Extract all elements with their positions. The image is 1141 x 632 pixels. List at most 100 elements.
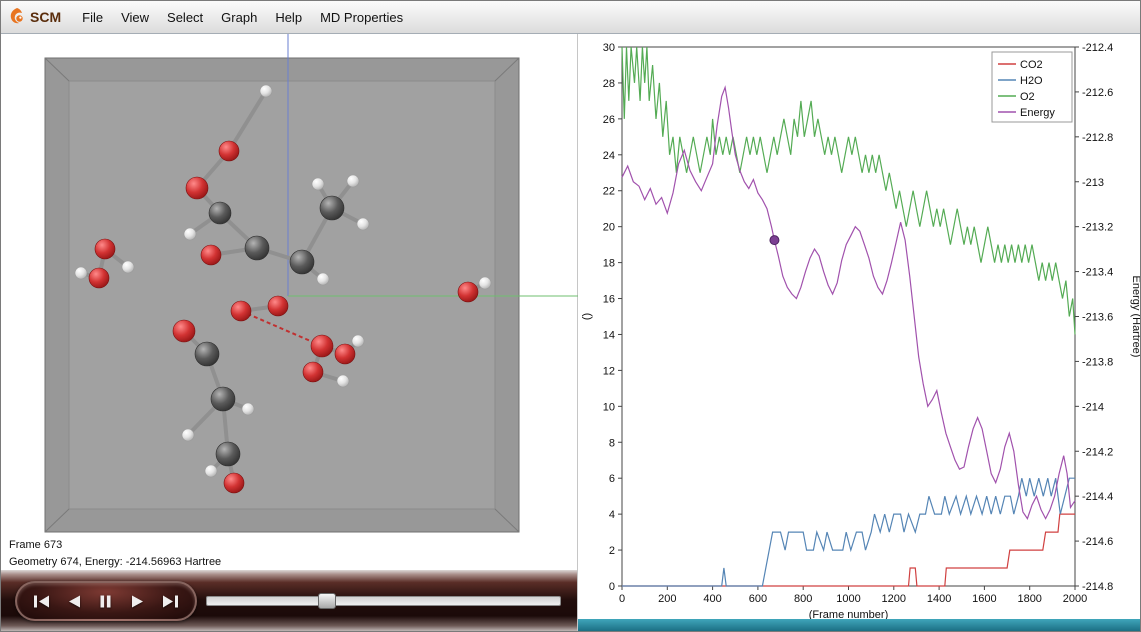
- y-left-tick-label: 2: [609, 545, 615, 557]
- atom-H[interactable]: [357, 218, 369, 230]
- legend-label-o2: O2: [1020, 91, 1035, 103]
- window-edge-strip: [578, 619, 1141, 632]
- x-axis-title: (Frame number): [809, 609, 888, 619]
- x-tick-label: 2000: [1063, 593, 1087, 605]
- skip-to-end-icon: [162, 595, 179, 608]
- atom-O[interactable]: [201, 245, 221, 265]
- atom-O[interactable]: [268, 296, 288, 316]
- y-left-tick-label: 4: [609, 509, 615, 521]
- atom-H[interactable]: [205, 465, 217, 477]
- atom-C[interactable]: [245, 236, 269, 260]
- y-left-tick-label: 30: [603, 42, 615, 54]
- x-tick-label: 800: [794, 593, 812, 605]
- atom-O[interactable]: [186, 177, 208, 199]
- x-tick-label: 0: [619, 593, 625, 605]
- y-right-tick-label: -213.8: [1082, 356, 1113, 368]
- current-frame-marker[interactable]: [770, 236, 779, 245]
- y-left-tick-label: 24: [603, 150, 615, 162]
- menubar: SCM File View Select Graph Help MD Prope…: [1, 1, 1140, 34]
- atom-C[interactable]: [216, 442, 240, 466]
- atom-C[interactable]: [290, 250, 314, 274]
- x-tick-label: 600: [749, 593, 767, 605]
- atom-H[interactable]: [479, 277, 491, 289]
- y-right-tick-label: -214.2: [1082, 446, 1113, 458]
- pause-button[interactable]: [92, 588, 120, 614]
- playback-bar: [1, 570, 577, 632]
- frame-slider-handle[interactable]: [318, 593, 336, 609]
- atom-C[interactable]: [195, 342, 219, 366]
- x-tick-label: 400: [703, 593, 721, 605]
- atom-O[interactable]: [335, 344, 355, 364]
- menu-file[interactable]: File: [73, 5, 112, 30]
- y-left-tick-label: 18: [603, 258, 615, 270]
- atom-H[interactable]: [182, 429, 194, 441]
- y-right-axis-title: Energy (Hartree): [1130, 276, 1141, 358]
- skip-to-end-button[interactable]: [157, 588, 185, 614]
- atom-H[interactable]: [122, 261, 134, 273]
- y-right-tick-label: -213.2: [1082, 222, 1113, 234]
- atom-O[interactable]: [224, 473, 244, 493]
- plot-area[interactable]: [622, 47, 1075, 586]
- y-right-tick-label: -214.6: [1082, 536, 1113, 548]
- y-left-tick-label: 16: [603, 294, 615, 306]
- play-forward-button[interactable]: [124, 588, 152, 614]
- atom-O[interactable]: [89, 268, 109, 288]
- x-tick-label: 1400: [927, 593, 951, 605]
- y-left-axis-title: (): [581, 313, 593, 320]
- menu-graph[interactable]: Graph: [212, 5, 266, 30]
- x-tick-label: 1200: [882, 593, 906, 605]
- molecule-viewer[interactable]: [1, 34, 577, 534]
- y-left-tick-label: 12: [603, 365, 615, 377]
- atom-H[interactable]: [184, 228, 196, 240]
- atom-C[interactable]: [209, 202, 231, 224]
- y-right-tick-label: -213.6: [1082, 312, 1113, 324]
- app-window: SCM File View Select Graph Help MD Prope…: [0, 0, 1141, 632]
- y-left-tick-label: 10: [603, 401, 615, 413]
- frame-status: Frame 673: [9, 537, 569, 554]
- legend-label-energy: Energy: [1020, 107, 1055, 119]
- molecule-scene[interactable]: [1, 34, 578, 534]
- scm-logo-text: SCM: [30, 9, 61, 25]
- atom-O[interactable]: [458, 282, 478, 302]
- atom-H[interactable]: [242, 403, 254, 415]
- menu-select[interactable]: Select: [158, 5, 212, 30]
- y-left-tick-label: 22: [603, 186, 615, 198]
- atom-H[interactable]: [317, 273, 329, 285]
- play-backward-button[interactable]: [60, 588, 88, 614]
- atom-H[interactable]: [312, 178, 324, 190]
- skip-to-start-button[interactable]: [27, 588, 55, 614]
- atom-C[interactable]: [211, 387, 235, 411]
- menu-help[interactable]: Help: [266, 5, 311, 30]
- atom-O[interactable]: [95, 239, 115, 259]
- atom-O[interactable]: [231, 301, 251, 321]
- atom-O[interactable]: [173, 320, 195, 342]
- legend-label-h2o: H2O: [1020, 75, 1043, 87]
- y-left-tick-label: 20: [603, 222, 615, 234]
- frame-slider-track[interactable]: [206, 596, 561, 606]
- atom-H[interactable]: [352, 335, 364, 347]
- atom-H[interactable]: [337, 375, 349, 387]
- y-right-tick-label: -213: [1082, 177, 1104, 189]
- geometry-energy-status: Geometry 674, Energy: -214.56963 Hartree: [9, 554, 569, 571]
- atom-H[interactable]: [75, 267, 87, 279]
- atom-O[interactable]: [219, 141, 239, 161]
- menu-view[interactable]: View: [112, 5, 158, 30]
- molecule-viewer-pane: Frame 673 Geometry 674, Energy: -214.569…: [1, 34, 578, 632]
- play-backward-icon: [67, 595, 81, 608]
- menu-md-properties[interactable]: MD Properties: [311, 5, 412, 30]
- atom-H[interactable]: [260, 85, 272, 97]
- y-right-tick-label: -214: [1082, 401, 1104, 413]
- y-right-tick-label: -212.6: [1082, 87, 1113, 99]
- y-left-tick-label: 0: [609, 581, 615, 593]
- scm-logo[interactable]: SCM: [7, 7, 61, 27]
- atom-C[interactable]: [320, 196, 344, 220]
- y-right-tick-label: -214.4: [1082, 491, 1113, 503]
- y-left-tick-label: 6: [609, 473, 615, 485]
- atom-H[interactable]: [347, 175, 359, 187]
- atom-O[interactable]: [311, 335, 333, 357]
- atom-O[interactable]: [303, 362, 323, 382]
- chart-pane: 0200400600800100012001400160018002000024…: [578, 34, 1141, 632]
- y-left-tick-label: 14: [603, 329, 615, 341]
- md-properties-chart[interactable]: 0200400600800100012001400160018002000024…: [578, 34, 1141, 619]
- y-right-tick-label: -212.4: [1082, 42, 1113, 54]
